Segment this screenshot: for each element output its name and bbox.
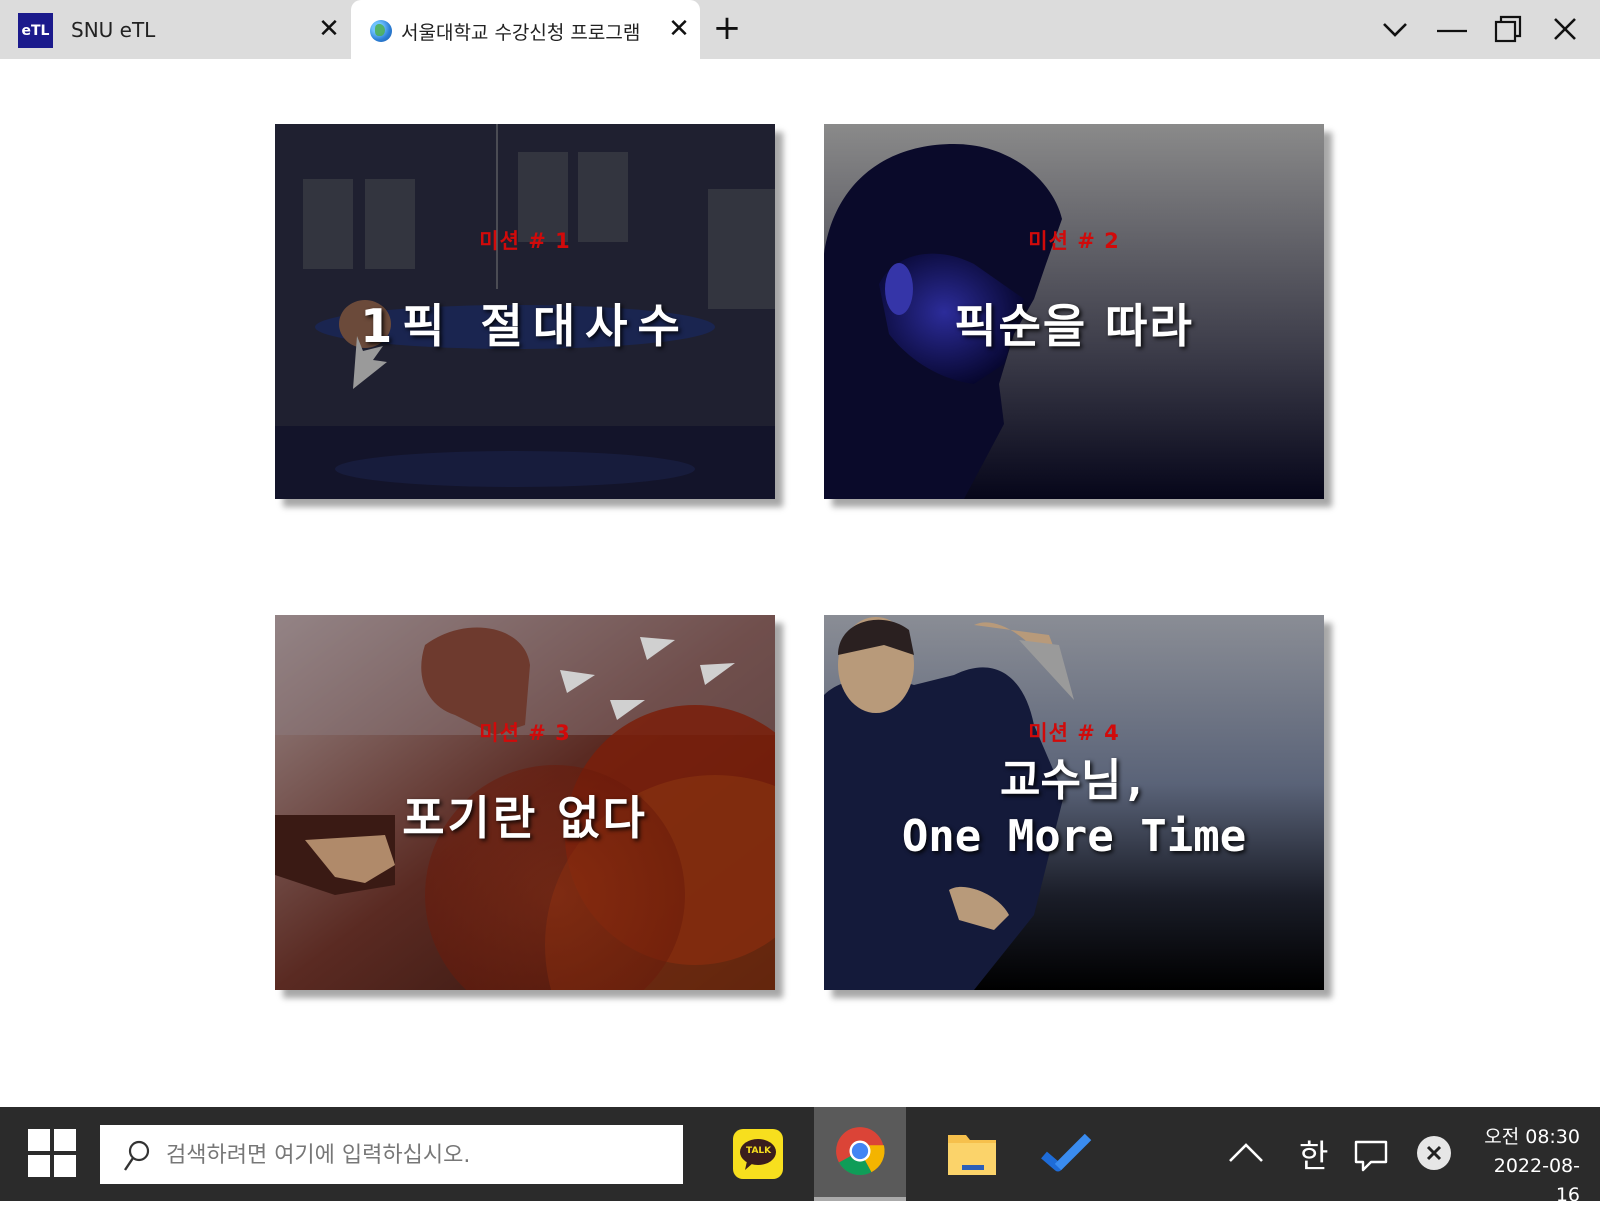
mission-grid: 미션 # 1 1픽 절대사수 미션 # 2 픽순을 따라 미션 # 3 포기란 … bbox=[0, 59, 1600, 1109]
globe-icon bbox=[370, 20, 392, 42]
mission-title: 1픽 절대사수 bbox=[360, 299, 690, 353]
windows-start-icon[interactable] bbox=[28, 1129, 78, 1179]
mission-label: 미션 # 4 bbox=[1028, 721, 1120, 745]
close-icon[interactable] bbox=[1550, 14, 1580, 44]
etl-favicon-icon: eTL bbox=[18, 13, 53, 48]
taskbar: TALK 한 오전 08:30 202 bbox=[0, 1107, 1600, 1206]
show-hidden-icons-chevron-icon[interactable] bbox=[1226, 1137, 1266, 1167]
file-explorer-icon[interactable] bbox=[926, 1107, 1018, 1201]
browser-tab-bar: eTL SNU eTL ✕ 서울대학교 수강신청 프로그램 ✕ + bbox=[0, 0, 1600, 59]
tab-snu-etl[interactable]: eTL SNU eTL ✕ bbox=[0, 0, 345, 59]
tab-title: SNU eTL bbox=[71, 18, 156, 42]
tab-close-icon[interactable]: ✕ bbox=[665, 15, 693, 43]
tab-title: 서울대학교 수강신청 프로그램 bbox=[401, 22, 641, 44]
mission-title-line-2: One More Time bbox=[901, 811, 1247, 862]
kakao-label: TALK bbox=[746, 1146, 772, 1156]
mission-title: 포기란 없다 bbox=[402, 791, 648, 845]
mission-card-1[interactable]: 미션 # 1 1픽 절대사수 bbox=[275, 124, 775, 499]
mission-title-line-1: 교수님, bbox=[1000, 755, 1148, 806]
restore-icon[interactable] bbox=[1493, 14, 1523, 44]
mission-title: 픽순을 따라 bbox=[954, 299, 1194, 353]
clock-date: 2022-08-16 bbox=[1493, 1155, 1580, 1206]
tab-course-registration[interactable]: 서울대학교 수강신청 프로그램 ✕ bbox=[351, 0, 700, 59]
mission-label: 미션 # 1 bbox=[479, 229, 571, 253]
mission-card-4[interactable]: 미션 # 4 교수님, One More Time bbox=[824, 615, 1324, 990]
clock-time: 오전 08:30 bbox=[1484, 1126, 1580, 1148]
kakaotalk-icon[interactable]: TALK bbox=[711, 1107, 803, 1201]
notification-chat-icon[interactable] bbox=[1353, 1137, 1389, 1173]
system-clock[interactable]: 오전 08:30 2022-08-16 bbox=[1470, 1123, 1580, 1210]
tab-search-chevron-icon[interactable] bbox=[1380, 14, 1410, 44]
todo-icon[interactable] bbox=[1022, 1107, 1114, 1201]
mission-card-3[interactable]: 미션 # 3 포기란 없다 bbox=[275, 615, 775, 990]
tab-close-icon[interactable]: ✕ bbox=[315, 15, 343, 43]
close-circle-icon[interactable] bbox=[1416, 1135, 1452, 1171]
mission-card-2[interactable]: 미션 # 2 픽순을 따라 bbox=[824, 124, 1324, 499]
mission-title: 교수님, One More Time bbox=[824, 753, 1324, 865]
search-input[interactable] bbox=[166, 1135, 666, 1175]
taskbar-search-box[interactable] bbox=[100, 1125, 683, 1184]
chrome-icon[interactable] bbox=[814, 1107, 906, 1201]
mission-label: 미션 # 3 bbox=[479, 721, 571, 745]
search-icon bbox=[124, 1140, 150, 1171]
mission-label: 미션 # 2 bbox=[1028, 229, 1120, 253]
minimize-icon[interactable] bbox=[1437, 14, 1467, 44]
ime-indicator[interactable]: 한 bbox=[1299, 1131, 1328, 1225]
new-tab-plus-icon[interactable]: + bbox=[712, 11, 742, 45]
